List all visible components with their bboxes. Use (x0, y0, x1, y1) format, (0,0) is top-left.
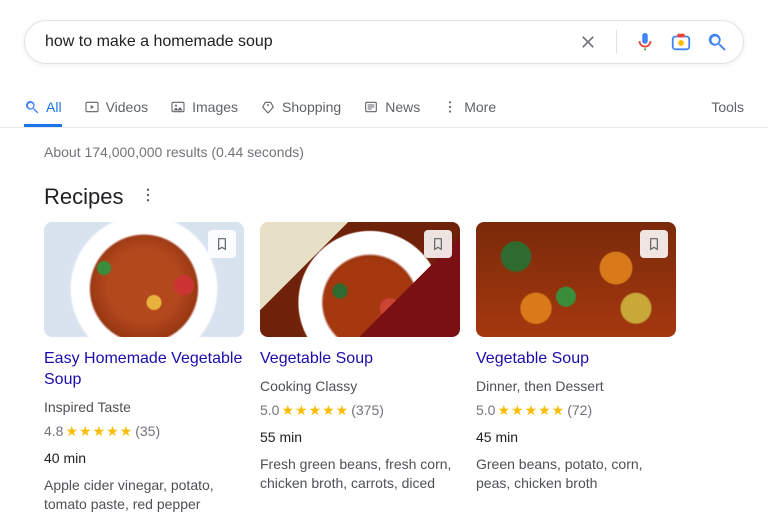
recipe-desc: Apple cider vinegar, potato, tomato past… (44, 476, 244, 515)
result-stats: About 174,000,000 results (0.44 seconds) (44, 144, 768, 160)
tab-shopping[interactable]: Shopping (260, 86, 341, 127)
recipe-desc: Fresh green beans, fresh corn, chicken b… (260, 455, 460, 494)
recipe-time: 45 min (476, 429, 676, 445)
tab-more[interactable]: More (442, 86, 496, 127)
rating-count: (72) (567, 402, 592, 418)
bookmark-icon[interactable] (640, 230, 668, 258)
rating-count: (35) (135, 423, 160, 439)
tab-images[interactable]: Images (170, 86, 238, 127)
bookmark-icon[interactable] (424, 230, 452, 258)
search-input[interactable] (45, 33, 576, 51)
bookmark-icon[interactable] (208, 230, 236, 258)
tab-news[interactable]: News (363, 86, 420, 127)
tab-videos[interactable]: Videos (84, 86, 149, 127)
recipe-card: Vegetable Soup Cooking Classy 5.0 ★★★★★ … (260, 222, 460, 515)
stars-icon: ★★★★★ (281, 402, 349, 419)
tab-label: Shopping (282, 99, 341, 115)
tab-label: Videos (106, 99, 149, 115)
tab-label: News (385, 99, 420, 115)
recipe-title[interactable]: Vegetable Soup (476, 349, 676, 370)
search-bar (24, 20, 744, 64)
recipe-desc: Green beans, potato, corn, peas, chicken… (476, 455, 676, 494)
image-search-icon[interactable] (669, 30, 693, 54)
recipe-card: Vegetable Soup Dinner, then Dessert 5.0 … (476, 222, 676, 515)
recipe-time: 40 min (44, 450, 244, 466)
recipe-title[interactable]: Vegetable Soup (260, 349, 460, 370)
voice-search-icon[interactable] (633, 30, 657, 54)
recipe-rating: 4.8 ★★★★★ (35) (44, 423, 244, 440)
recipe-rating: 5.0 ★★★★★ (375) (260, 402, 460, 419)
rating-value: 5.0 (476, 402, 495, 418)
recipe-card: Easy Homemade Vegetable Soup Inspired Ta… (44, 222, 244, 515)
recipe-rating: 5.0 ★★★★★ (72) (476, 402, 676, 419)
clear-icon[interactable] (576, 30, 600, 54)
section-more-icon[interactable] (139, 186, 157, 209)
tab-label: All (46, 99, 62, 115)
divider (616, 30, 617, 54)
section-title: Recipes (44, 184, 123, 210)
tools-link[interactable]: Tools (711, 99, 744, 115)
recipe-time: 55 min (260, 429, 460, 445)
recipe-thumbnail[interactable] (44, 222, 244, 337)
tab-label: Images (192, 99, 238, 115)
stars-icon: ★★★★★ (65, 423, 133, 440)
tab-all[interactable]: All (24, 86, 62, 127)
recipe-source: Cooking Classy (260, 378, 460, 394)
tabs-row: All Videos Images Shopping News More Too… (0, 86, 768, 128)
rating-value: 5.0 (260, 402, 279, 418)
recipe-thumbnail[interactable] (476, 222, 676, 337)
stars-icon: ★★★★★ (497, 402, 565, 419)
recipe-thumbnail[interactable] (260, 222, 460, 337)
recipe-cards: Easy Homemade Vegetable Soup Inspired Ta… (44, 222, 768, 515)
rating-count: (375) (351, 402, 384, 418)
recipe-source: Dinner, then Dessert (476, 378, 676, 394)
recipe-source: Inspired Taste (44, 399, 244, 415)
recipe-title[interactable]: Easy Homemade Vegetable Soup (44, 349, 244, 391)
search-icon[interactable] (705, 30, 729, 54)
tab-label: More (464, 99, 496, 115)
rating-value: 4.8 (44, 423, 63, 439)
